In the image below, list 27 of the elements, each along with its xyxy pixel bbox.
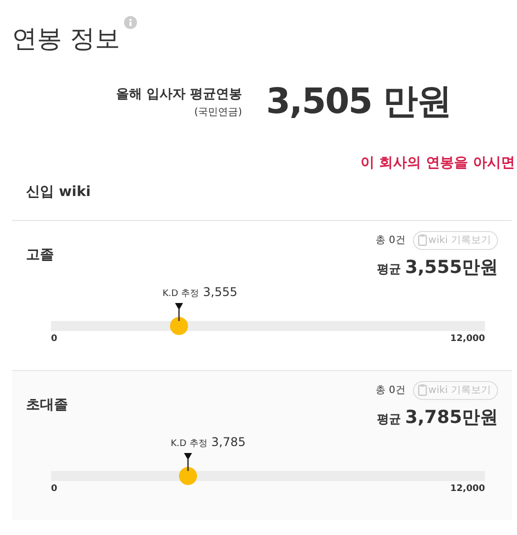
average-value: 3,555만원 (405, 256, 498, 280)
info-icon[interactable] (124, 16, 137, 29)
section-title: 신입 wiki (26, 182, 92, 202)
wiki-records-button[interactable]: wiki 기록보기 (413, 380, 498, 400)
salary-prompt-link[interactable]: 이 회사의 연봉을 아시면 (360, 152, 515, 174)
axis-min-label: 0 (51, 482, 58, 496)
axis-max-label: 12,000 (450, 332, 485, 346)
page-title: 연봉 정보 (12, 24, 120, 54)
marker-label: K.D 추정 3,785 (170, 434, 246, 450)
marker-pin-icon (175, 302, 184, 320)
clipboard-icon (418, 384, 428, 396)
average-note: (국민연금) (193, 106, 242, 120)
average-value: 3,785만원 (405, 406, 498, 430)
group-name: 고졸 (26, 246, 54, 264)
record-count: 총 0건 (376, 384, 406, 398)
marker-pin-icon (184, 452, 192, 470)
record-count: 총 0건 (376, 234, 406, 248)
average-label: 평균 (377, 410, 402, 428)
axis-max-label: 12,000 (450, 482, 485, 496)
average-label: 평균 (377, 260, 402, 278)
wiki-records-button[interactable]: wiki 기록보기 (413, 230, 498, 250)
axis-min-label: 0 (51, 332, 58, 346)
marker-label: K.D 추정 3,555 (162, 284, 238, 300)
average-salary: 3,505 만원 (266, 81, 451, 124)
average-label: 올해 입사자 평균연봉 (116, 86, 242, 104)
clipboard-icon (418, 234, 428, 246)
group-name: 초대졸 (26, 396, 68, 414)
